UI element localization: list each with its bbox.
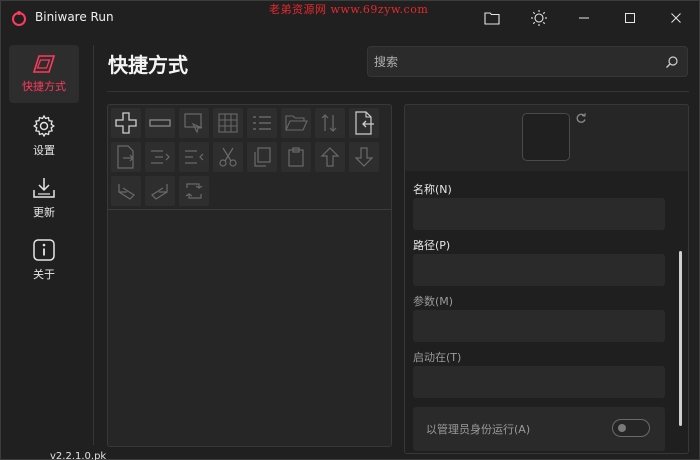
add-icon	[115, 112, 137, 134]
nav-item-settings[interactable]: 设置	[9, 107, 79, 165]
nav-item-shortcuts[interactable]: 快捷方式	[9, 45, 79, 103]
export-icon	[117, 145, 134, 169]
args-field[interactable]	[413, 310, 665, 342]
admin-run-toggle[interactable]	[612, 419, 650, 437]
sort-button[interactable]	[315, 108, 345, 138]
maximize-button[interactable]	[607, 1, 653, 35]
details-panel: 名称(N) 路径(P) 参数(M) 启动在(T) 以管理员身份运行(A)	[404, 104, 689, 454]
grid-icon	[218, 113, 238, 133]
outdent-button[interactable]	[179, 142, 209, 172]
copy-button[interactable]	[247, 142, 277, 172]
admin-run-label: 以管理员身份运行(A)	[426, 423, 531, 436]
toolbar-divider	[108, 209, 391, 210]
name-label: 名称(N)	[413, 183, 452, 196]
startin-field[interactable]	[413, 366, 665, 398]
nav-item-label: 更新	[33, 206, 55, 219]
app-title: Biniware Run	[35, 10, 114, 24]
open-folder-tool-button[interactable]	[281, 108, 311, 138]
close-button[interactable]	[653, 1, 699, 35]
sort-icon	[321, 114, 337, 132]
side-nav: 快捷方式 设置 更新 关于	[9, 45, 83, 293]
move-down-button[interactable]	[349, 142, 379, 172]
admin-run-row: 以管理员身份运行(A)	[413, 407, 665, 451]
paste-icon	[288, 147, 304, 167]
nav-item-label: 快捷方式	[22, 80, 66, 93]
minimize-button[interactable]	[561, 1, 607, 35]
path-label: 路径(P)	[413, 239, 451, 252]
screenshot-icon	[184, 113, 203, 134]
maximize-icon	[625, 13, 635, 23]
import-icon	[355, 111, 374, 135]
folder-icon	[484, 12, 500, 25]
search-box[interactable]	[367, 46, 688, 77]
move-up-icon	[320, 147, 340, 167]
nav-item-label: 关于	[33, 268, 55, 281]
open-folder-icon	[285, 115, 308, 131]
nav-item-label: 设置	[33, 144, 55, 157]
minimize-icon	[579, 17, 589, 19]
path-field[interactable]	[413, 254, 665, 286]
title-bar: Biniware Run 老弟资源网 www.69zyw.com	[1, 1, 699, 35]
list-icon	[253, 116, 271, 130]
copy-icon	[254, 147, 271, 167]
cut-button[interactable]	[213, 142, 243, 172]
shortcut-list[interactable]	[108, 211, 391, 446]
undo-button[interactable]	[111, 176, 141, 206]
undo-icon	[118, 184, 135, 200]
args-label: 参数(M)	[413, 295, 454, 308]
cut-icon	[219, 147, 237, 167]
gear-icon	[33, 114, 55, 138]
close-icon	[671, 13, 681, 23]
indent-icon	[151, 150, 170, 164]
app-logo-icon	[12, 11, 26, 26]
search-input[interactable]	[374, 53, 654, 71]
theme-toggle-button[interactable]	[516, 1, 562, 35]
paste-button[interactable]	[281, 142, 311, 172]
remove-icon	[149, 119, 171, 127]
app-window: Biniware Run 老弟资源网 www.69zyw.com 快捷方式 设置…	[0, 0, 700, 460]
search-icon[interactable]	[665, 55, 679, 69]
header-divider	[107, 91, 689, 92]
theme-icon	[531, 10, 547, 26]
import-button[interactable]	[349, 108, 379, 138]
watermark-text: 老弟资源网 www.69zyw.com	[269, 3, 429, 16]
download-icon	[33, 178, 55, 198]
scrollbar-thumb[interactable]	[679, 251, 682, 426]
startin-label: 启动在(T)	[413, 351, 462, 364]
redo-button[interactable]	[145, 176, 175, 206]
shortcut-icon	[32, 55, 56, 73]
reset-icon[interactable]	[575, 112, 587, 124]
list-view-button[interactable]	[247, 108, 277, 138]
export-button[interactable]	[111, 142, 141, 172]
outdent-icon	[185, 150, 204, 164]
nav-divider	[93, 45, 94, 445]
refresh-icon	[185, 183, 203, 199]
remove-button[interactable]	[145, 108, 175, 138]
page-title: 快捷方式	[108, 53, 188, 77]
move-down-icon	[354, 147, 374, 167]
background-taskbar-text: v2.2.1.0.pk	[50, 451, 107, 460]
grid-view-button[interactable]	[213, 108, 243, 138]
name-field[interactable]	[413, 198, 665, 230]
details-form: 名称(N) 路径(P) 参数(M) 启动在(T) 以管理员身份运行(A)	[405, 171, 688, 453]
add-button[interactable]	[111, 108, 141, 138]
redo-icon	[151, 184, 168, 200]
move-up-button[interactable]	[315, 142, 345, 172]
nav-item-about[interactable]: 关于	[9, 231, 79, 289]
indent-button[interactable]	[145, 142, 175, 172]
screenshot-button[interactable]	[179, 108, 209, 138]
nav-item-update[interactable]: 更新	[9, 169, 79, 227]
refresh-list-button[interactable]	[179, 176, 209, 206]
open-folder-button[interactable]	[469, 1, 515, 35]
toggle-knob	[618, 424, 626, 432]
info-icon	[33, 239, 55, 261]
shortcut-panel	[107, 104, 392, 447]
shortcut-icon-preview[interactable]	[522, 113, 570, 161]
